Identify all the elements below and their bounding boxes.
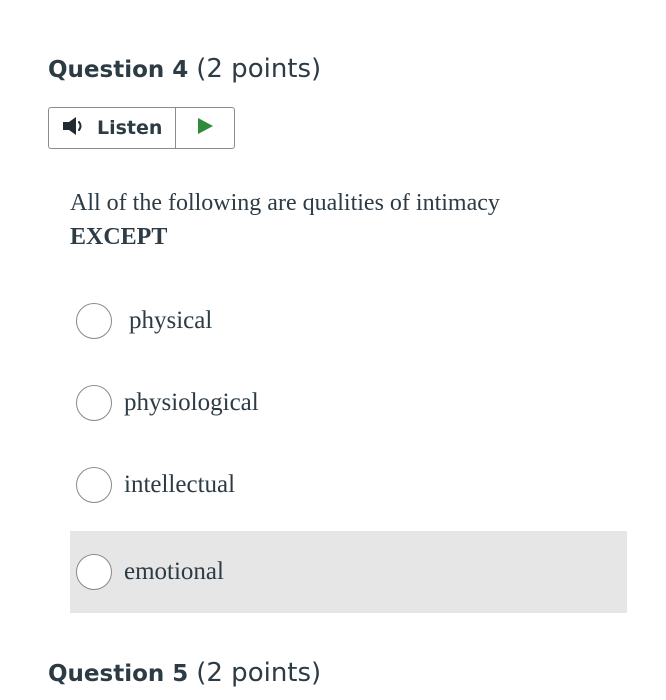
question-5-points: (2 points) [196,658,322,688]
question-4-title: Question 4 [48,57,189,83]
listen-label: Listen [97,117,163,139]
answer-option-label: intellectual [124,471,236,498]
question-4-text: All of the following are qualities of in… [70,186,610,254]
listen-button[interactable]: Listen [49,108,176,148]
answer-option-intellectual[interactable]: intellectual [70,444,627,526]
question-4-text-line1: All of the following are qualities of in… [70,190,500,216]
question-4-text-emphasis: EXCEPT [70,224,168,250]
play-button[interactable] [176,108,234,148]
answer-option-emotional[interactable]: emotional [70,531,627,613]
question-5-header: Question 5 (2 points) [48,658,321,688]
answer-option-label: physical [129,307,213,334]
answer-option-physiological[interactable]: physiological [70,362,627,444]
answer-option-label: physiological [124,389,259,416]
radio-button[interactable] [76,303,112,339]
question-5-title: Question 5 [48,661,189,687]
listen-widget: Listen [48,107,235,149]
answer-option-physical[interactable]: physical [70,280,627,362]
radio-button[interactable] [76,467,112,503]
speaker-icon [61,115,89,142]
question-4-points: (2 points) [196,54,322,84]
radio-button[interactable] [76,385,112,421]
radio-button[interactable] [76,554,112,590]
answer-option-label: emotional [124,558,224,585]
play-icon [195,116,215,141]
question-4-header: Question 4 (2 points) [48,54,321,84]
